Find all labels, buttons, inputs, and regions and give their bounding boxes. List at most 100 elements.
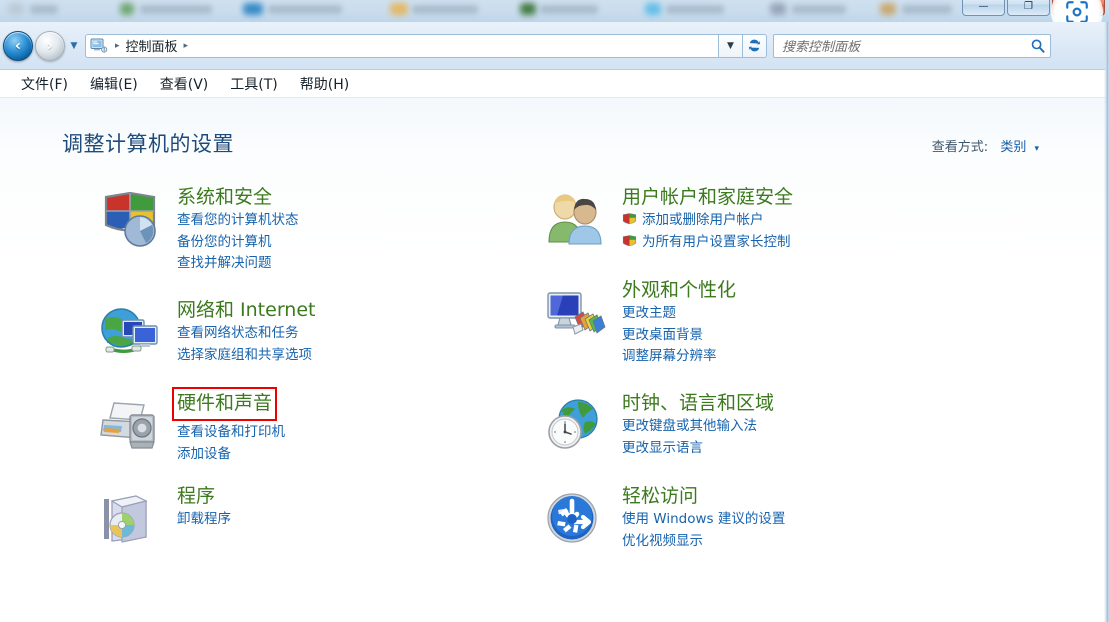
category-text: 轻松访问 使用 Windows 建议的设置 优化视频显示 bbox=[622, 485, 975, 552]
category-title[interactable]: 系统和安全 bbox=[177, 186, 272, 210]
category-link[interactable]: 查看设备和打印机 bbox=[177, 422, 530, 444]
view-by-value[interactable]: 类别 bbox=[1000, 140, 1026, 155]
category-text: 时钟、语言和区域 更改键盘或其他输入法 更改显示语言 bbox=[622, 392, 975, 459]
breadcrumb-control-panel[interactable]: 控制面板 bbox=[123, 36, 181, 55]
menu-bar: 文件(F) 编辑(E) 查看(V) 工具(T) 帮助(H) bbox=[0, 70, 1109, 98]
category-title[interactable]: 网络和 Internet bbox=[177, 299, 315, 323]
category-title[interactable]: 用户帐户和家庭安全 bbox=[622, 186, 793, 210]
category-text: 外观和个性化 更改主题 更改桌面背景 调整屏幕分辨率 bbox=[622, 279, 975, 368]
category-text: 用户帐户和家庭安全 添加或删除用户帐户 为所有用户设置家长控制 bbox=[622, 186, 975, 253]
control-panel-window: — ❐ ✕ ‹ › bbox=[0, 0, 1109, 622]
search-input[interactable]: 搜索控制面板 bbox=[773, 33, 1051, 58]
search-placeholder: 搜索控制面板 bbox=[782, 40, 861, 55]
category-column-left: 系统和安全 查看您的计算机状态 备份您的计算机 查找并解决问题 网络和 Inte… bbox=[100, 186, 530, 565]
link-label: 更改显示语言 bbox=[622, 439, 703, 456]
category-link[interactable]: 调整屏幕分辨率 bbox=[622, 346, 975, 368]
back-arrow-icon: ‹ bbox=[14, 36, 22, 54]
category-link[interactable]: 为所有用户设置家长控制 bbox=[622, 232, 975, 254]
category-link[interactable]: 更改显示语言 bbox=[622, 438, 975, 460]
security-shield-icon bbox=[100, 191, 162, 248]
category-link[interactable]: 卸载程序 bbox=[177, 509, 530, 531]
menu-file[interactable]: 文件(F) bbox=[10, 71, 79, 97]
menu-view[interactable]: 查看(V) bbox=[149, 71, 220, 97]
chevron-down-icon: ▼ bbox=[70, 40, 78, 51]
history-dropdown-button[interactable]: ▼ bbox=[65, 41, 83, 51]
category-appearance-and-personalization: 外观和个性化 更改主题 更改桌面背景 调整屏幕分辨率 bbox=[545, 279, 975, 392]
link-label: 优化视频显示 bbox=[622, 532, 703, 549]
category-text: 系统和安全 查看您的计算机状态 备份您的计算机 查找并解决问题 bbox=[177, 186, 530, 275]
navigation-bar: ‹ › ▼ ▸ 控制面板 ▸ ▼ 搜索控制面板 bbox=[0, 22, 1109, 70]
menu-help[interactable]: 帮助(H) bbox=[289, 71, 360, 97]
address-dropdown-button[interactable]: ▼ bbox=[719, 33, 743, 58]
link-label: 查找并解决问题 bbox=[177, 255, 272, 272]
category-link[interactable]: 更改主题 bbox=[622, 303, 975, 325]
users-icon bbox=[545, 192, 607, 248]
breadcrumb-separator-end-icon[interactable]: ▸ bbox=[181, 41, 192, 51]
printer-icon bbox=[100, 398, 162, 454]
window-right-border bbox=[1104, 22, 1109, 622]
category-link[interactable]: 备份您的计算机 bbox=[177, 232, 530, 254]
menu-edit[interactable]: 编辑(E) bbox=[79, 71, 149, 97]
content-area: 调整计算机的设置 查看方式: 类别 ▾ 系统和安全 查看您的计算机状态 备份您的… bbox=[0, 98, 1109, 622]
link-label: 卸载程序 bbox=[177, 510, 231, 527]
category-title[interactable]: 轻松访问 bbox=[622, 485, 698, 509]
link-label: 查看设备和打印机 bbox=[177, 423, 285, 440]
search-icon bbox=[1031, 39, 1045, 53]
network-globe-icon bbox=[100, 305, 162, 361]
link-label: 更改键盘或其他输入法 bbox=[622, 417, 757, 434]
category-network-and-internet: 网络和 Internet 查看网络状态和任务 选择家庭组和共享选项 bbox=[100, 299, 530, 392]
page-title: 调整计算机的设置 bbox=[62, 132, 234, 156]
category-title[interactable]: 外观和个性化 bbox=[622, 279, 736, 303]
category-ease-of-access: 轻松访问 使用 Windows 建议的设置 优化视频显示 bbox=[545, 485, 975, 565]
link-label: 为所有用户设置家长控制 bbox=[642, 233, 791, 250]
category-link[interactable]: 查看您的计算机状态 bbox=[177, 210, 530, 232]
ease-of-access-icon bbox=[545, 491, 607, 547]
category-link[interactable]: 更改键盘或其他输入法 bbox=[622, 416, 975, 438]
link-label: 添加设备 bbox=[177, 445, 231, 462]
menu-tools[interactable]: 工具(T) bbox=[219, 71, 288, 97]
category-title[interactable]: 时钟、语言和区域 bbox=[622, 392, 774, 416]
category-link[interactable]: 查看网络状态和任务 bbox=[177, 323, 530, 345]
category-link[interactable]: 更改桌面背景 bbox=[622, 325, 975, 347]
chevron-down-icon[interactable]: ▾ bbox=[1034, 144, 1039, 154]
uac-shield-icon bbox=[622, 235, 637, 250]
forward-button[interactable]: › bbox=[35, 30, 65, 61]
link-label: 添加或删除用户帐户 bbox=[642, 211, 764, 228]
category-hardware-and-sound: 硬件和声音 查看设备和打印机 添加设备 bbox=[100, 387, 530, 485]
back-button[interactable]: ‹ bbox=[3, 30, 33, 61]
chevron-down-icon: ▼ bbox=[727, 40, 734, 51]
category-text: 硬件和声音 查看设备和打印机 添加设备 bbox=[171, 387, 530, 466]
maximize-button[interactable]: ❐ bbox=[1007, 0, 1050, 16]
view-by-label: 查看方式: bbox=[931, 140, 989, 155]
view-by-control[interactable]: 查看方式: 类别 ▾ bbox=[932, 128, 1039, 155]
category-user-accounts-and-family-safety: 用户帐户和家庭安全 添加或删除用户帐户 为所有用户设置家长控制 bbox=[545, 186, 975, 279]
uac-shield-icon bbox=[622, 213, 637, 228]
category-link[interactable]: 选择家庭组和共享选项 bbox=[177, 345, 530, 367]
control-panel-icon bbox=[90, 38, 108, 54]
address-bar[interactable]: ▸ 控制面板 ▸ bbox=[85, 33, 719, 58]
link-label: 查看您的计算机状态 bbox=[177, 211, 299, 228]
link-label: 查看网络状态和任务 bbox=[177, 324, 299, 341]
link-label: 使用 Windows 建议的设置 bbox=[622, 510, 786, 527]
refresh-icon bbox=[748, 39, 761, 52]
programs-box-icon bbox=[100, 491, 162, 547]
breadcrumb-separator-icon: ▸ bbox=[115, 40, 120, 51]
category-text: 网络和 Internet 查看网络状态和任务 选择家庭组和共享选项 bbox=[177, 299, 530, 366]
category-link[interactable]: 使用 Windows 建议的设置 bbox=[622, 509, 975, 531]
category-link[interactable]: 查找并解决问题 bbox=[177, 253, 530, 275]
window-titlebar: — ❐ ✕ bbox=[0, 0, 1109, 38]
category-title-highlighted[interactable]: 硬件和声音 bbox=[171, 387, 278, 421]
category-title[interactable]: 程序 bbox=[177, 485, 215, 509]
category-link[interactable]: 添加设备 bbox=[177, 444, 530, 466]
category-system-and-security: 系统和安全 查看您的计算机状态 备份您的计算机 查找并解决问题 bbox=[100, 186, 530, 299]
category-link[interactable]: 优化视频显示 bbox=[622, 531, 975, 553]
globe-clock-icon bbox=[545, 398, 607, 454]
category-link[interactable]: 添加或删除用户帐户 bbox=[622, 210, 975, 232]
refresh-button[interactable] bbox=[743, 33, 767, 58]
category-programs: 程序 卸载程序 bbox=[100, 485, 530, 565]
link-label: 更改桌面背景 bbox=[622, 326, 703, 343]
link-label: 选择家庭组和共享选项 bbox=[177, 346, 312, 363]
link-label: 调整屏幕分辨率 bbox=[622, 348, 717, 365]
category-text: 程序 卸载程序 bbox=[177, 485, 530, 531]
minimize-button[interactable]: — bbox=[962, 0, 1005, 16]
